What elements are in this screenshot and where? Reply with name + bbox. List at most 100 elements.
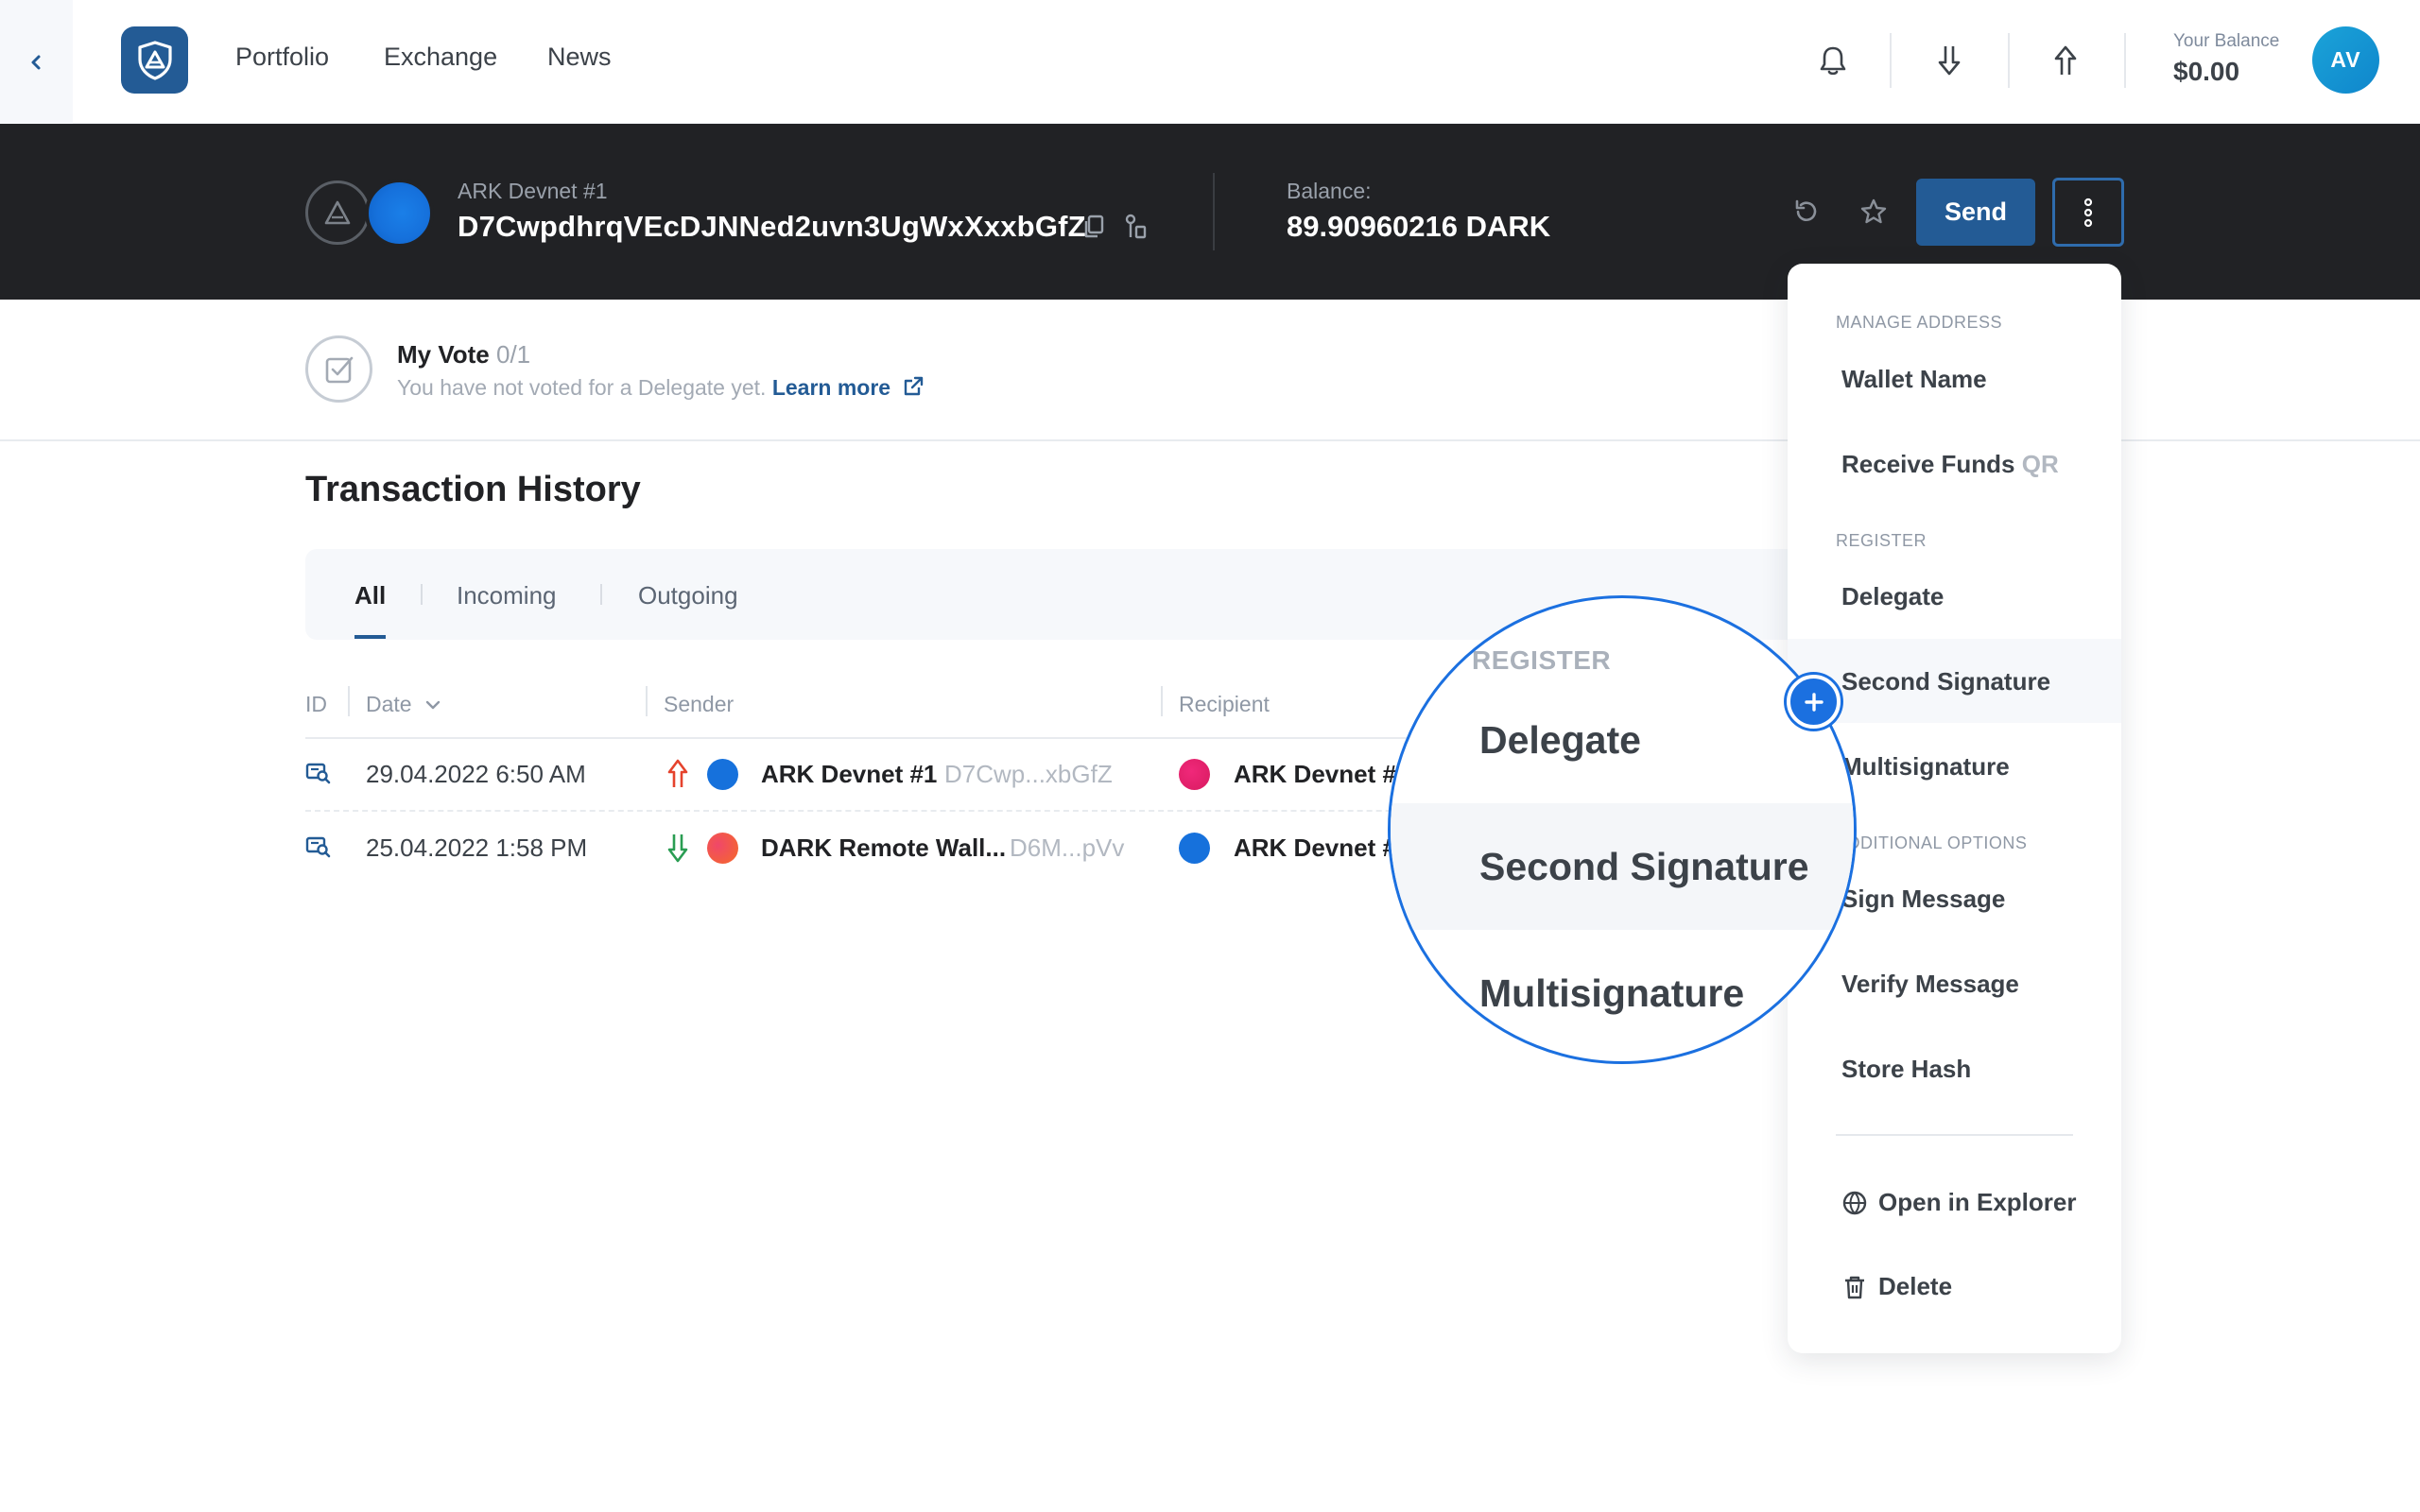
chevron-left-icon bbox=[28, 54, 45, 71]
send-button[interactable]: Send bbox=[1916, 179, 2035, 246]
star-button[interactable] bbox=[1857, 195, 1891, 229]
network-ark-icon bbox=[305, 180, 370, 245]
column-header-recipient: Recipient bbox=[1179, 692, 1270, 716]
menu-item-sign-message[interactable]: Sign Message bbox=[1841, 885, 2005, 914]
outgoing-arrow-icon bbox=[666, 758, 689, 790]
send-button-label: Send bbox=[1944, 198, 2007, 226]
send-arrow-icon bbox=[2051, 43, 2080, 77]
wallet-name: ARK Devnet #1 bbox=[458, 179, 608, 203]
top-navigation: Portfolio Exchange News Your Balance $0.… bbox=[0, 0, 2420, 124]
vote-status-text: You have not voted for a Delegate yet. L… bbox=[397, 375, 925, 401]
refresh-button[interactable] bbox=[1789, 195, 1824, 229]
active-tab-indicator bbox=[354, 635, 386, 639]
magnifier-lens: REGISTER Delegate Second Signature Multi… bbox=[1388, 595, 1857, 1064]
my-vote-count: 0/1 bbox=[496, 340, 531, 369]
menu-item-verify-message[interactable]: Verify Message bbox=[1841, 970, 2019, 999]
address-info-button[interactable] bbox=[1119, 210, 1153, 244]
recipient-avatar bbox=[1179, 833, 1210, 864]
nav-divider bbox=[2008, 33, 2010, 88]
lens-item-multisignature: Multisignature bbox=[1479, 971, 1745, 1015]
shield-logo-icon bbox=[133, 39, 177, 82]
menu-item-wallet-name[interactable]: Wallet Name bbox=[1841, 365, 1987, 394]
vote-status-icon bbox=[305, 335, 372, 403]
recipient-name: ARK Devnet # bbox=[1234, 833, 1396, 862]
menu-divider bbox=[1836, 1134, 2073, 1136]
incoming-arrow-icon bbox=[666, 832, 689, 864]
column-separator bbox=[1161, 686, 1163, 716]
my-vote-label: My Vote bbox=[397, 340, 490, 369]
menu-item-store-hash[interactable]: Store Hash bbox=[1841, 1055, 1971, 1084]
sender-avatar bbox=[707, 833, 738, 864]
menu-section-manage: MANAGE ADDRESS bbox=[1836, 313, 2003, 332]
user-avatar[interactable]: AV bbox=[2312, 26, 2379, 94]
menu-section-register: REGISTER bbox=[1836, 531, 1927, 550]
menu-item-delegate[interactable]: Delegate bbox=[1841, 582, 1944, 611]
copy-icon bbox=[1081, 214, 1106, 240]
lens-item-second-signature: Second Signature bbox=[1479, 845, 1809, 888]
balance-label: Balance: bbox=[1287, 179, 1372, 203]
plus-icon bbox=[1787, 675, 1841, 729]
vertical-dots-icon bbox=[2083, 198, 2094, 228]
nav-divider bbox=[2124, 33, 2126, 88]
receive-funds-label: Receive Funds bbox=[1841, 450, 2015, 478]
my-vote-title: My Vote 0/1 bbox=[397, 340, 530, 369]
column-header-id: ID bbox=[305, 692, 327, 716]
column-header-sender: Sender bbox=[664, 692, 735, 716]
key-info-icon bbox=[1124, 213, 1149, 241]
bell-icon bbox=[1818, 44, 1848, 77]
menu-item-open-explorer[interactable]: Open in Explorer bbox=[1878, 1188, 2077, 1217]
menu-item-multisignature[interactable]: Multisignature bbox=[1841, 752, 2010, 782]
notifications-button[interactable] bbox=[1810, 38, 1856, 83]
external-link-icon[interactable] bbox=[902, 375, 925, 398]
chevron-down-icon bbox=[425, 700, 441, 710]
sender-name: ARK Devnet #1 bbox=[761, 760, 938, 788]
back-button[interactable] bbox=[0, 0, 73, 124]
sender-address: D7Cwp...xbGfZ bbox=[944, 760, 1113, 788]
header-divider bbox=[1213, 173, 1215, 250]
wallet-avatar-icon bbox=[365, 179, 434, 248]
lens-item-delegate: Delegate bbox=[1479, 718, 1641, 762]
transaction-date: 25.04.2022 1:58 PM bbox=[366, 833, 588, 862]
lens-section-register: REGISTER bbox=[1472, 645, 1612, 675]
vote-message: You have not voted for a Delegate yet. bbox=[397, 375, 767, 400]
transaction-history-title: Transaction History bbox=[305, 470, 641, 509]
receive-arrow-icon bbox=[1935, 43, 1963, 77]
column-separator bbox=[646, 686, 648, 716]
nav-link-portfolio[interactable]: Portfolio bbox=[235, 43, 329, 72]
your-balance-label: Your Balance bbox=[2173, 31, 2280, 51]
qr-suffix: QR bbox=[2021, 450, 2059, 478]
learn-more-link[interactable]: Learn more bbox=[772, 375, 890, 400]
balance-value: 89.90960216 DARK bbox=[1287, 210, 1551, 243]
nav-divider bbox=[1890, 33, 1892, 88]
column-header-date[interactable]: Date bbox=[366, 692, 441, 717]
star-icon bbox=[1859, 198, 1888, 226]
nav-link-exchange[interactable]: Exchange bbox=[384, 43, 497, 72]
recipient-name: ARK Devnet # bbox=[1234, 760, 1396, 788]
globe-icon bbox=[1841, 1190, 1868, 1216]
app-logo[interactable] bbox=[121, 26, 188, 94]
tab-all[interactable]: All bbox=[354, 581, 386, 610]
menu-item-delete[interactable]: Delete bbox=[1878, 1272, 1952, 1301]
transaction-id-icon[interactable] bbox=[305, 835, 332, 858]
menu-item-receive-funds[interactable]: Receive Funds QR bbox=[1841, 450, 2059, 479]
your-balance-value: $0.00 bbox=[2173, 57, 2240, 86]
tab-incoming[interactable]: Incoming bbox=[457, 581, 557, 610]
send-nav-button[interactable] bbox=[2043, 38, 2088, 83]
tab-outgoing[interactable]: Outgoing bbox=[638, 581, 738, 610]
trash-icon bbox=[1841, 1274, 1868, 1300]
wallet-address: D7CwpdhrqVEcDJNNed2uvn3UgWxXxxbGfZ bbox=[458, 210, 1086, 243]
transaction-id-icon[interactable] bbox=[305, 762, 332, 784]
more-options-button[interactable] bbox=[2052, 178, 2124, 247]
transaction-date: 29.04.2022 6:50 AM bbox=[366, 760, 586, 788]
menu-item-second-signature[interactable]: Second Signature bbox=[1841, 667, 2050, 696]
tab-separator bbox=[421, 584, 423, 605]
date-header-label: Date bbox=[366, 692, 412, 716]
receive-button[interactable] bbox=[1927, 38, 1972, 83]
nav-link-news[interactable]: News bbox=[547, 43, 612, 72]
refresh-icon bbox=[1792, 198, 1821, 226]
sender-name: DARK Remote Wall... bbox=[761, 833, 1007, 862]
tab-separator bbox=[600, 584, 602, 605]
copy-address-button[interactable] bbox=[1077, 210, 1111, 244]
sender-avatar bbox=[707, 759, 738, 790]
sender-address: D6M...pVv bbox=[1010, 833, 1125, 862]
